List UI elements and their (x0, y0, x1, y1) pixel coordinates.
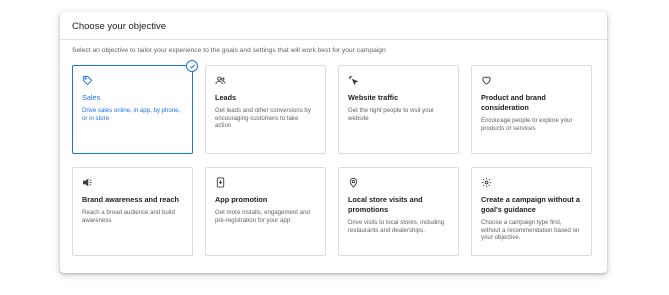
objective-title: Website traffic (348, 93, 399, 102)
location-pin-icon (348, 177, 359, 188)
objective-panel: Choose your objective Select an objectiv… (60, 12, 607, 273)
objective-description: Encourage people to explore your product… (481, 117, 573, 132)
objective-card-website-traffic[interactable]: Website traffic Get the right people to … (338, 65, 459, 154)
objective-title: Sales (82, 93, 101, 102)
objective-title: Leads (215, 93, 237, 102)
objective-description: Get the right people to visit your websi… (348, 107, 435, 122)
objective-card-app-promotion[interactable]: App promotion Get more installs, engagem… (205, 167, 326, 256)
objective-description: Get leads and other conversions by encou… (215, 107, 311, 130)
objective-description: Get more installs, engagement and pre-re… (215, 209, 310, 224)
phone-download-icon (215, 177, 226, 188)
objective-description: Choose a campaign type first, without a … (481, 219, 580, 242)
objective-card-no-goal[interactable]: Create a campaign without a goal's guida… (471, 167, 592, 256)
megaphone-icon (82, 177, 93, 188)
objective-grid: Sales Drive sales online, in app, by pho… (72, 60, 592, 256)
objective-card-product-brand[interactable]: Product and brand consideration Encourag… (471, 65, 592, 154)
panel-title: Choose your objective (60, 12, 607, 40)
panel-subtitle: Select an objective to tailor your exper… (72, 47, 386, 54)
check-circle-icon (186, 60, 198, 72)
objective-description: Drive sales online, in app, by phone, or… (82, 107, 181, 122)
objective-card-sales[interactable]: Sales Drive sales online, in app, by pho… (72, 60, 198, 154)
objective-card-leads[interactable]: Leads Get leads and other conversions by… (205, 65, 326, 154)
objective-title: Create a campaign without a goal's guida… (481, 195, 580, 214)
objective-description: Drive visits to local stores, including … (348, 219, 445, 234)
gear-icon (481, 177, 492, 188)
objective-card-local-store[interactable]: Local store visits and promotions Drive … (338, 167, 459, 256)
objective-description: Reach a broad audience and build awarene… (82, 209, 175, 224)
objective-title: Local store visits and promotions (348, 195, 423, 214)
objective-card-brand-awareness[interactable]: Brand awareness and reach Reach a broad … (72, 167, 193, 256)
objective-title: Product and brand consideration (481, 93, 546, 112)
objective-title: App promotion (215, 195, 268, 204)
heart-icon (481, 75, 492, 86)
tag-icon (82, 75, 93, 86)
sparkle-cursor-icon (348, 75, 359, 86)
people-icon (215, 75, 226, 86)
objective-title: Brand awareness and reach (82, 195, 179, 204)
